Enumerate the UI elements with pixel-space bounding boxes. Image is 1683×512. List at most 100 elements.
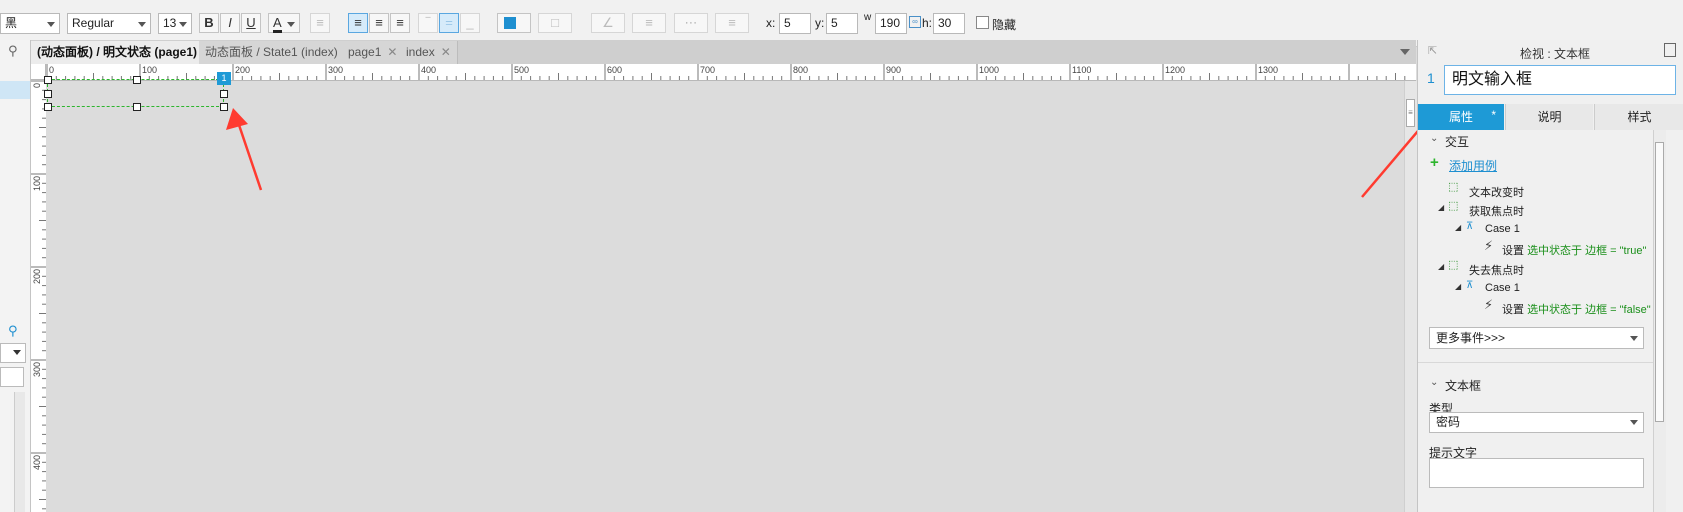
expand-triangle-icon[interactable]: ◢ <box>1455 223 1461 232</box>
collapse-arrow-icon[interactable]: ⇱ <box>1428 44 1437 57</box>
x-label: x: <box>766 16 776 30</box>
tab-properties[interactable]: 属性 * <box>1418 104 1504 130</box>
w-label: w <box>864 12 872 23</box>
page-icon[interactable] <box>1664 43 1676 57</box>
tab-label: 属性 <box>1448 110 1473 124</box>
widget-name-input[interactable]: 明文输入框 <box>1444 65 1676 95</box>
ruler-label: 900 <box>886 65 901 75</box>
inspector-panel: ⇱ 检视 : 文本框 1 明文输入框 属性 * 说明 样式 ⌄ 交互 + 添加用… <box>1417 40 1683 512</box>
expand-triangle-icon[interactable]: ◢ <box>1455 282 1461 291</box>
type-select[interactable]: 密码 <box>1429 412 1644 433</box>
left-dropdown[interactable] <box>0 343 26 363</box>
plus-icon[interactable]: + <box>1430 154 1439 171</box>
case-item[interactable]: Case 1 <box>1485 282 1520 294</box>
action-item[interactable]: 设置 选中状态于 边框 = "false" <box>1502 301 1651 317</box>
inspector-scrollbar[interactable] <box>1653 130 1666 512</box>
left-input[interactable] <box>0 367 24 387</box>
bullet-list-icon[interactable]: ≡ <box>310 13 330 33</box>
selection-handle[interactable] <box>44 90 52 98</box>
action-item[interactable]: 设置 选中状态于 边框 = "true" <box>1502 242 1646 258</box>
left-panel-strip: ⚲ ⚲ <box>0 40 31 512</box>
design-canvas[interactable]: 1 <box>44 72 1416 512</box>
expand-triangle-icon[interactable]: ◢ <box>1438 262 1444 271</box>
ruler-label: 0 <box>49 65 54 75</box>
shadow-button[interactable]: □ <box>538 13 572 33</box>
tab-label: page1 <box>348 45 382 59</box>
arrow-style-button[interactable]: ≡ <box>715 13 749 33</box>
scrollbar-thumb[interactable] <box>1655 142 1664 422</box>
event-cursor-icon: ⬚ <box>1448 200 1459 212</box>
tab-label: 动态面板 / State1 (index) <box>205 45 338 59</box>
w-input[interactable]: 190 <box>875 13 907 34</box>
selection-handle[interactable] <box>44 103 52 111</box>
tab-page1-state[interactable]: (动态面板) / 明文状态 (page1)✕ <box>31 41 221 64</box>
ruler-label: 600 <box>607 65 622 75</box>
hide-checkbox[interactable] <box>976 16 989 29</box>
close-icon[interactable]: ✕ <box>387 45 397 59</box>
font-family-select[interactable]: 黑 <box>0 13 60 34</box>
action-lightning-icon: ⚡ <box>1484 238 1494 253</box>
selection-handle[interactable] <box>44 76 52 84</box>
tab-page1[interactable]: page1 ✕ <box>342 41 405 64</box>
case-item[interactable]: Case 1 <box>1485 223 1520 235</box>
inspector-header: 检视 : 文本框 <box>1520 47 1591 61</box>
y-label: y: <box>815 16 825 30</box>
event-focus[interactable]: 获取焦点时 <box>1469 203 1524 219</box>
align-left-icon[interactable]: ≡ <box>348 13 368 33</box>
tab-notes[interactable]: 说明 <box>1505 104 1593 130</box>
case-icon: ⊼ <box>1466 221 1474 232</box>
hide-label: 隐藏 <box>992 18 1017 32</box>
chevron-down-icon[interactable]: ⌄ <box>1430 377 1438 388</box>
more-events-select[interactable]: 更多事件>>> <box>1429 327 1644 349</box>
ruler-label: 100 <box>142 65 157 75</box>
action-detail: 选中状态于 边框 = "true" <box>1527 245 1647 257</box>
line-width-button[interactable]: ≡ <box>632 13 666 33</box>
close-icon[interactable]: ✕ <box>441 45 451 59</box>
hint-text-input[interactable] <box>1429 458 1644 488</box>
font-size-select[interactable]: 13 <box>158 13 192 34</box>
fill-color-swatch-icon <box>504 17 516 29</box>
tab-index[interactable]: index ✕ <box>400 41 458 64</box>
tab-state1-index[interactable]: 动态面板 / State1 (index)✕ <box>199 41 361 64</box>
ruler-label: 200 <box>32 269 42 284</box>
align-right-icon[interactable]: ≡ <box>390 13 410 33</box>
x-input[interactable]: 5 <box>779 13 811 34</box>
align-top-icon[interactable]: ‾ <box>418 13 438 33</box>
selection-handle[interactable] <box>133 103 141 111</box>
ruler-label: 500 <box>514 65 529 75</box>
chevron-down-icon[interactable]: ⌄ <box>1430 133 1438 144</box>
line-style-button[interactable]: ⋯ <box>674 13 708 33</box>
align-middle-icon[interactable]: = <box>439 13 459 33</box>
horizontal-ruler-ticks: 0 100 200 300 400 500 600 700 800 900 1000 1100 1200… <box>46 64 1406 80</box>
align-center-icon[interactable]: ≡ <box>369 13 389 33</box>
selection-handle[interactable] <box>133 76 141 84</box>
fill-color-button[interactable] <box>497 13 531 33</box>
selection-handle[interactable] <box>220 90 228 98</box>
tab-style[interactable]: 样式 <box>1594 104 1683 130</box>
lock-ratio-icon[interactable]: ∞ <box>909 16 921 28</box>
left-scrollbar[interactable] <box>14 392 25 512</box>
vertical-ruler-ticks: 0 100 200 300 400 <box>31 80 46 510</box>
align-bottom-icon[interactable]: _ <box>460 13 480 33</box>
h-input[interactable]: 30 <box>933 13 965 34</box>
font-weight-select[interactable]: Regular <box>67 13 151 34</box>
ruler-label: 800 <box>793 65 808 75</box>
add-case-link[interactable]: 添加用例 <box>1449 157 1497 174</box>
line-color-button[interactable]: ∠ <box>591 13 625 33</box>
action-label: 设置 <box>1502 245 1524 257</box>
modified-star: * <box>1491 108 1496 122</box>
font-family-value: 黑 <box>5 16 18 30</box>
font-color-icon: A <box>273 15 282 33</box>
y-input[interactable]: 5 <box>826 13 858 34</box>
search-icon[interactable]: ⚲ <box>8 43 18 59</box>
bold-button[interactable]: B <box>199 13 219 33</box>
search-icon-2[interactable]: ⚲ <box>8 323 18 339</box>
event-blur[interactable]: 失去焦点时 <box>1469 262 1524 278</box>
italic-button[interactable]: I <box>220 13 240 33</box>
underline-button[interactable]: U <box>241 13 261 33</box>
tab-overflow-chevron-down-icon[interactable] <box>1400 49 1410 55</box>
page-item-selected[interactable] <box>0 81 30 99</box>
expand-triangle-icon[interactable]: ◢ <box>1438 203 1444 212</box>
event-text-changed[interactable]: 文本改变时 <box>1469 184 1524 200</box>
font-color-button[interactable]: A <box>268 13 300 33</box>
